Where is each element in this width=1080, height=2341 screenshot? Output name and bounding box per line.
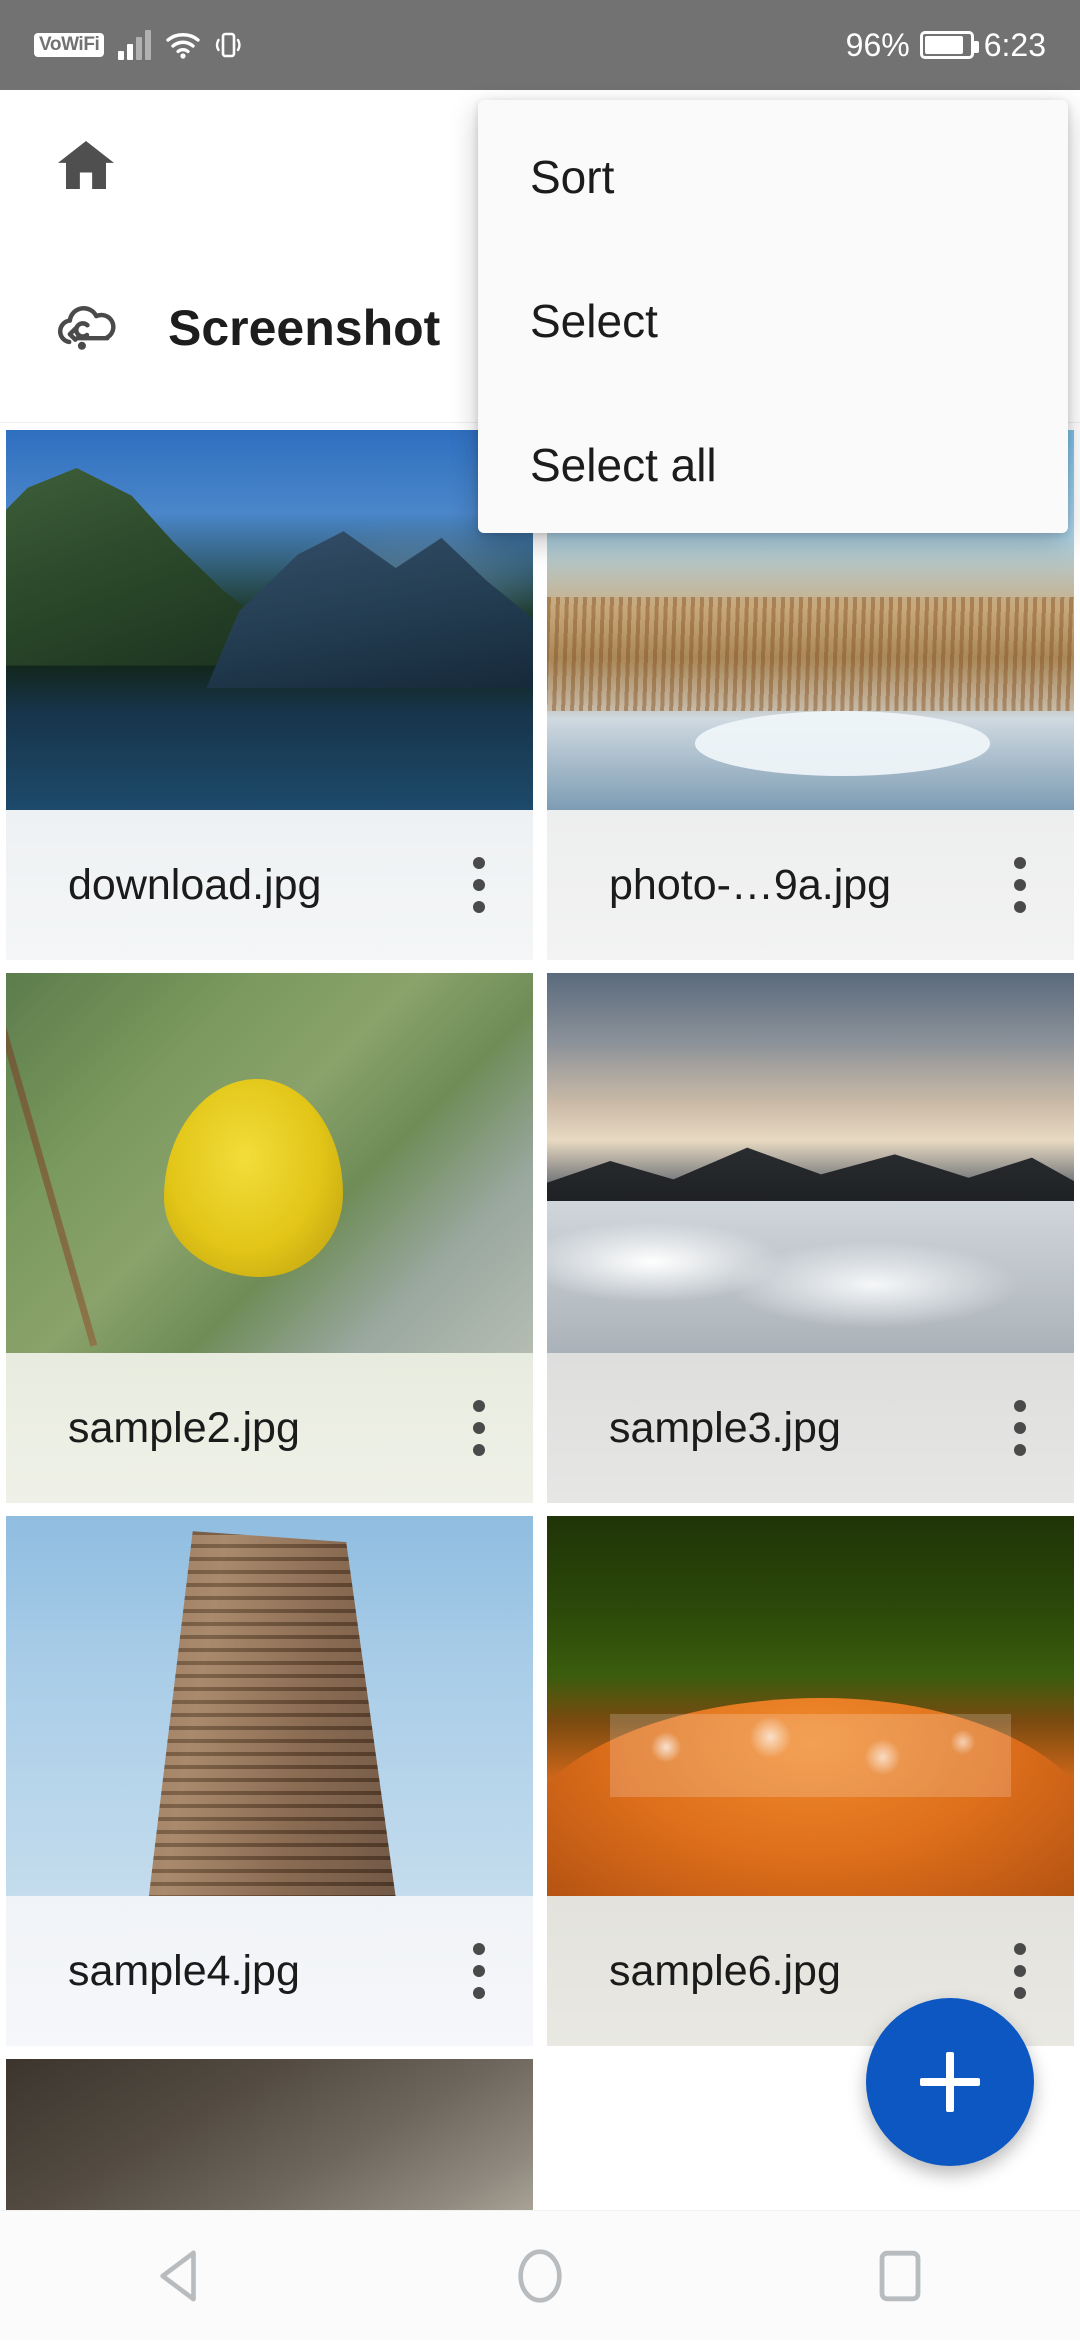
status-bar-clock: 6:23 (983, 26, 1046, 63)
grid-item[interactable] (6, 2059, 533, 2210)
file-name: download.jpg (68, 860, 322, 909)
grid-item-label: download.jpg (6, 810, 533, 960)
grid-item[interactable]: sample3.jpg (547, 973, 1074, 1503)
grid-item-label: sample2.jpg (6, 1353, 533, 1503)
grid-item-label: photo-…9a.jpg (547, 810, 1074, 960)
status-bar: VoWiFi 96% 6:23 (0, 0, 1080, 90)
more-vertical-icon[interactable] (473, 857, 485, 913)
page-title: Screenshot (168, 299, 441, 356)
android-navigation-bar (0, 2210, 1080, 2340)
file-name: photo-…9a.jpg (609, 860, 892, 909)
vowifi-icon: VoWiFi (34, 33, 105, 57)
thumbnail[interactable] (6, 1516, 533, 1896)
thumbnail[interactable] (547, 1516, 1074, 1896)
status-bar-right: 96% 6:23 (846, 27, 1046, 64)
more-vertical-icon[interactable] (473, 1943, 485, 1999)
grid-item-label: sample4.jpg (6, 1896, 533, 2046)
grid-item[interactable]: sample2.jpg (6, 973, 533, 1503)
home-circle-icon[interactable] (470, 2211, 610, 2341)
menu-item-sort[interactable]: Sort (478, 127, 1068, 227)
overflow-menu[interactable]: Sort Select Select all (478, 100, 1068, 533)
more-vertical-icon[interactable] (1014, 1400, 1026, 1456)
more-vertical-icon[interactable] (473, 1400, 485, 1456)
grid-item[interactable]: sample6.jpg (547, 1516, 1074, 2046)
more-vertical-icon[interactable] (1014, 1943, 1026, 1999)
grid-item[interactable]: sample4.jpg (6, 1516, 533, 2046)
wifi-icon (165, 30, 201, 60)
signal-bars-icon (118, 30, 152, 60)
home-icon[interactable] (48, 127, 124, 203)
plus-icon (920, 2052, 980, 2112)
thumbnail[interactable] (6, 973, 533, 1353)
thumbnail[interactable] (547, 973, 1074, 1353)
file-name: sample6.jpg (609, 1946, 841, 1995)
grid-item[interactable]: download.jpg (6, 430, 533, 960)
grid-item-label: sample3.jpg (547, 1353, 1074, 1503)
menu-item-select[interactable]: Select (478, 271, 1068, 371)
add-button[interactable] (866, 1998, 1034, 2166)
recents-square-icon[interactable] (830, 2211, 970, 2341)
menu-item-select-all[interactable]: Select all (478, 415, 1068, 515)
file-name: sample2.jpg (68, 1403, 300, 1452)
battery-icon (919, 31, 979, 59)
more-vertical-icon[interactable] (1014, 857, 1026, 913)
file-name: sample3.jpg (609, 1403, 841, 1452)
status-bar-left: VoWiFi (34, 29, 242, 61)
thumbnail[interactable] (6, 2059, 533, 2210)
file-name: sample4.jpg (68, 1946, 300, 1995)
thumbnail[interactable] (6, 430, 533, 810)
battery-percent: 96% (845, 26, 910, 63)
back-triangle-icon[interactable] (110, 2211, 250, 2341)
cloud-sync-icon (48, 289, 126, 367)
vibrate-icon (215, 29, 242, 61)
file-grid[interactable]: download.jpg photo-…9a.jpg sample2.jpg s… (0, 424, 1080, 2210)
